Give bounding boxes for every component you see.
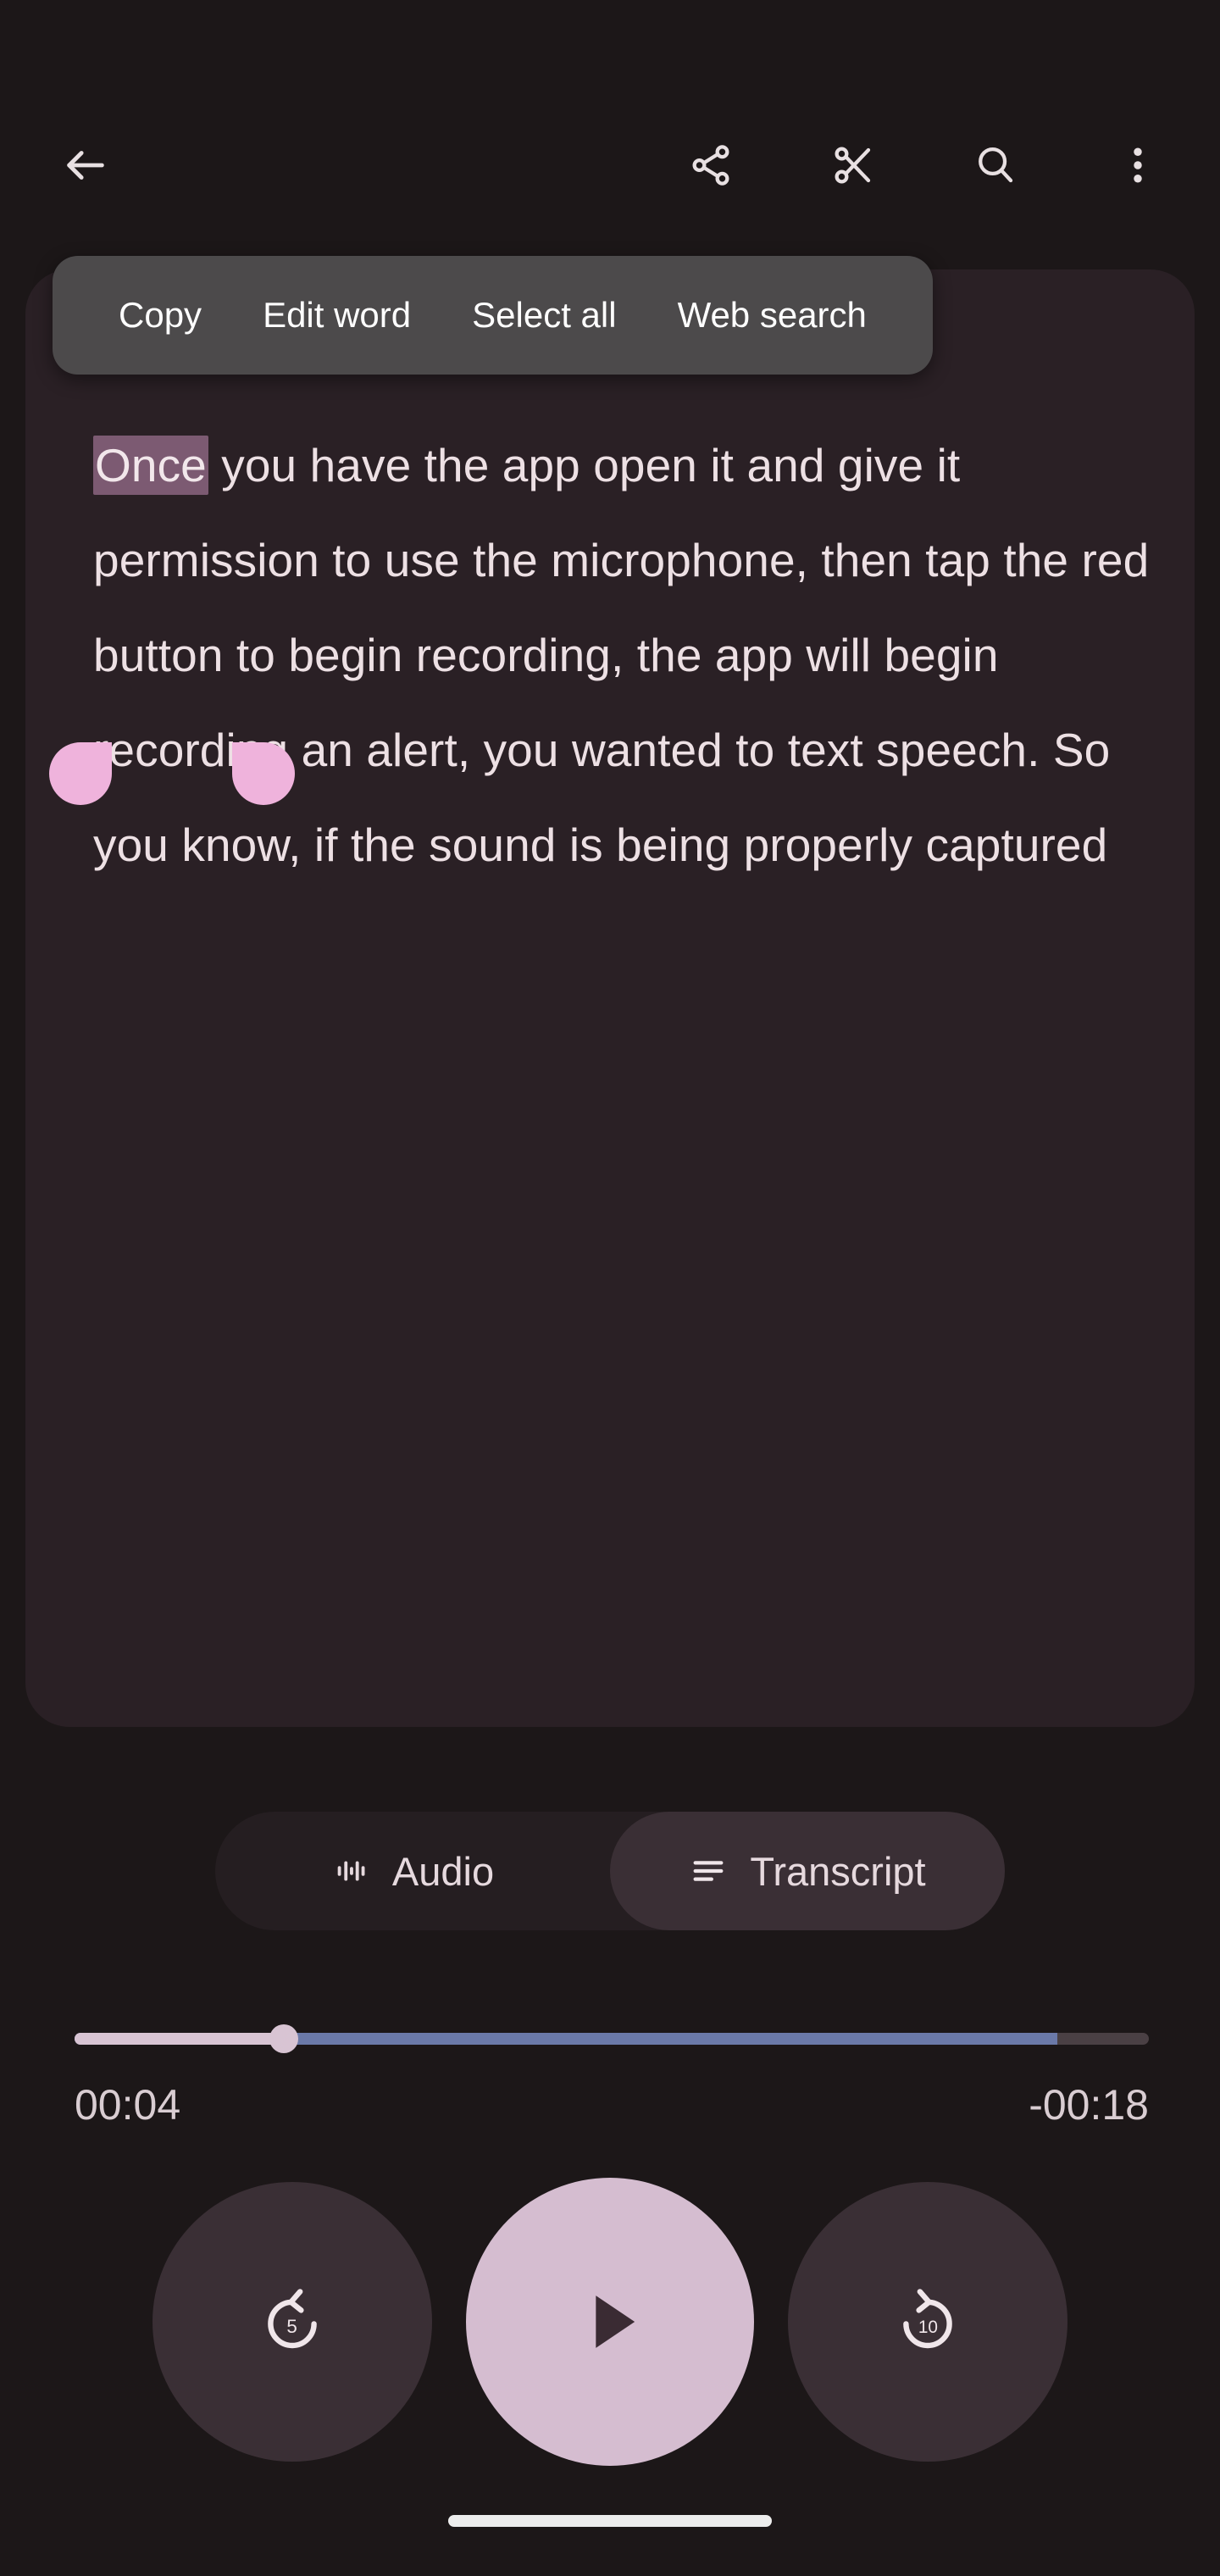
context-menu-item-select-all[interactable]: Select all: [441, 295, 646, 336]
more-vertical-icon: [1134, 147, 1142, 183]
view-mode-tabs: Audio Transcript: [215, 1812, 1005, 1930]
remaining-time: -00:18: [1029, 2081, 1149, 2129]
context-menu-item-web-search[interactable]: Web search: [647, 295, 897, 336]
cut-icon: [835, 147, 871, 184]
context-menu-item-copy[interactable]: Copy: [88, 295, 232, 336]
seek-played-fill: [75, 2033, 285, 2045]
transcript-remainder: you have the app open it and give it per…: [93, 439, 1150, 871]
share-button[interactable]: [676, 130, 746, 200]
rewind-5-button[interactable]: 5: [152, 2182, 432, 2462]
selected-word[interactable]: Once: [93, 436, 208, 495]
transcript-card[interactable]: Once you have the app open it and give i…: [25, 269, 1195, 1727]
app-bar: [0, 119, 1220, 212]
forward-10-button[interactable]: 10: [788, 2182, 1068, 2462]
play-icon: [596, 2296, 635, 2348]
search-icon: [979, 147, 1013, 183]
selection-handle-end[interactable]: [232, 742, 295, 805]
recorder-screen: Once you have the app open it and give i…: [0, 0, 1220, 2576]
playback-times: 00:04 -00:18: [75, 2080, 1149, 2129]
selection-handle-start[interactable]: [49, 742, 112, 805]
svg-text:5: 5: [286, 2316, 297, 2337]
transcript-text[interactable]: Once you have the app open it and give i…: [93, 418, 1169, 892]
trim-button[interactable]: [818, 130, 888, 200]
play-button[interactable]: [466, 2178, 754, 2466]
share-icon: [692, 145, 729, 186]
seek-bar[interactable]: [75, 2024, 1149, 2053]
context-menu-item-edit-word[interactable]: Edit word: [232, 295, 441, 336]
playback-controls: 5 10: [0, 2178, 1220, 2466]
tab-audio-label: Audio: [391, 1848, 495, 1894]
back-arrow-icon: [67, 151, 104, 180]
replay-5-icon: 5: [268, 2289, 317, 2349]
forward-10-icon: 10: [903, 2289, 952, 2349]
list-lines-icon: [693, 1861, 724, 1881]
seek-thumb[interactable]: [269, 2024, 299, 2053]
app-bar-actions: [676, 130, 1173, 200]
system-gesture-bar[interactable]: [448, 2515, 772, 2527]
text-selection-context-menu: Copy Edit word Select all Web search: [53, 256, 933, 375]
search-button[interactable]: [961, 130, 1030, 200]
tab-transcript[interactable]: Transcript: [610, 1812, 1005, 1930]
more-options-button[interactable]: [1103, 130, 1173, 200]
tab-audio[interactable]: Audio: [215, 1812, 610, 1930]
elapsed-time: 00:04: [75, 2081, 181, 2129]
tab-transcript-label: Transcript: [750, 1848, 926, 1894]
waveform-icon: [337, 1861, 365, 1881]
svg-text:10: 10: [918, 2318, 938, 2337]
back-button[interactable]: [51, 130, 120, 200]
